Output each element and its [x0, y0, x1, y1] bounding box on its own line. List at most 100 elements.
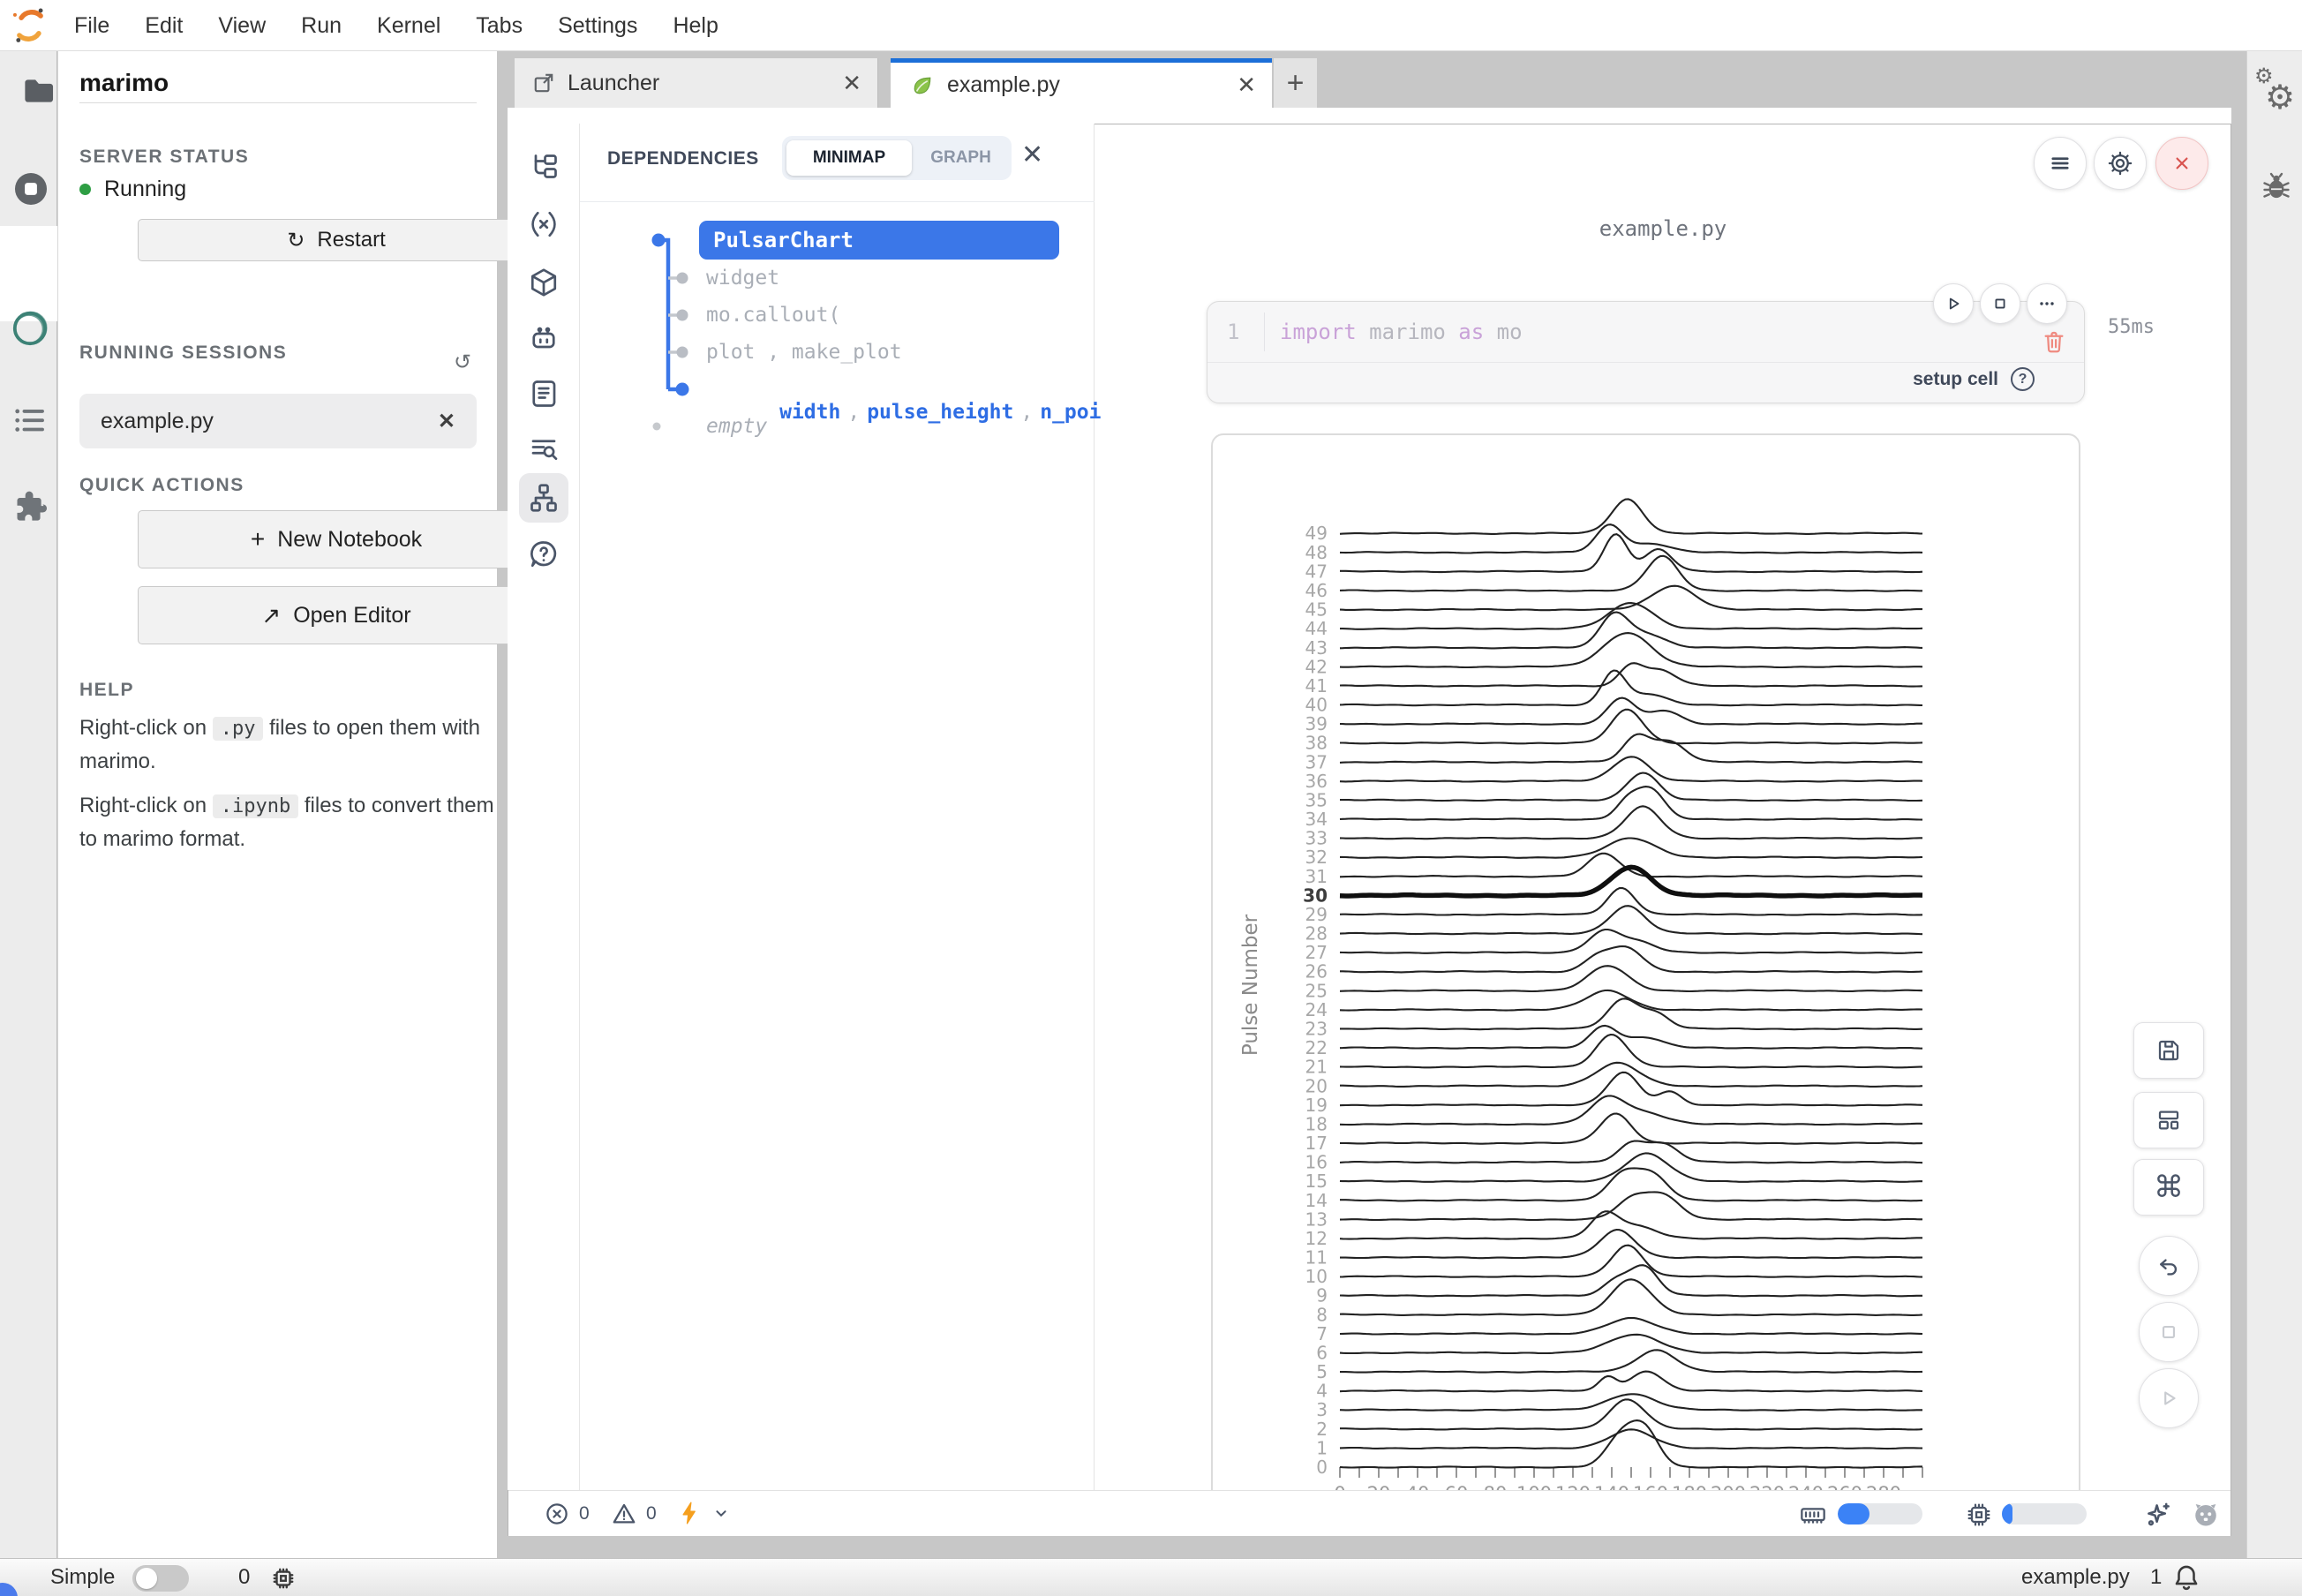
interrupt-button[interactable] [2139, 1302, 2199, 1362]
dependency-row-widget[interactable]: widget [706, 267, 779, 290]
refresh-sessions-icon[interactable]: ↻ [454, 350, 471, 375]
toggle-minimap[interactable]: MINIMAP [786, 140, 912, 176]
debug-bug-icon[interactable] [2261, 171, 2292, 203]
y-tick-label: 17 [1305, 1133, 1328, 1154]
help2-code-chip: .ipynb [213, 794, 298, 818]
help1-pre: Right-click on [79, 716, 207, 740]
layout-button[interactable] [2133, 1092, 2204, 1148]
simple-mode-toggle[interactable] [132, 1565, 189, 1592]
toggle-graph[interactable]: GRAPH [914, 136, 1007, 180]
file-browser-icon[interactable] [23, 76, 56, 106]
tab-launcher-close-icon[interactable]: ✕ [842, 70, 861, 97]
open-editor-button[interactable]: ↗Open Editor [138, 586, 535, 644]
y-tick-label: 22 [1305, 1037, 1328, 1058]
logs-scroll-icon[interactable] [528, 378, 560, 410]
y-tick-label: 25 [1305, 980, 1328, 1001]
menu-item-settings[interactable]: Settings [558, 13, 637, 39]
pulse-profile-37 [1340, 734, 1922, 763]
run-mode-dropdown[interactable] [676, 1500, 731, 1526]
menu-item-run[interactable]: Run [301, 13, 342, 39]
copilot-icon[interactable] [2191, 1500, 2221, 1530]
file-tree-icon[interactable] [528, 152, 560, 184]
outline-search-icon[interactable] [528, 433, 560, 464]
extension-puzzle-icon[interactable] [11, 488, 49, 527]
notebook-shutdown-button[interactable] [2155, 137, 2208, 190]
session-item-example-py[interactable]: example.py ✕ [79, 394, 477, 448]
run-all-button[interactable] [2139, 1368, 2199, 1428]
help-paragraph-1: Right-click on .py files to open them wi… [79, 711, 485, 778]
session-close-icon[interactable]: ✕ [438, 409, 455, 434]
dependency-row-callout[interactable]: mo.callout( [706, 304, 840, 327]
y-tick-label: 12 [1305, 1228, 1328, 1249]
pulsar-ridgeline-chart: Pulse Number0204060801001201401601802002… [1213, 435, 2080, 1521]
save-button[interactable] [2133, 1022, 2204, 1079]
dependency-graph-icon[interactable] [528, 482, 560, 514]
menu-item-tabs[interactable]: Tabs [476, 13, 523, 39]
pulse-profile-4 [1340, 1372, 1922, 1392]
errors-indicator[interactable]: 0 [544, 1501, 590, 1527]
variables-icon[interactable] [528, 208, 560, 240]
warnings-indicator[interactable]: 0 [611, 1501, 657, 1527]
pulse-profile-33 [1340, 806, 1922, 839]
y-tick-label: 48 [1305, 542, 1328, 563]
play-icon [2157, 1387, 2180, 1410]
tab-launcher[interactable]: Launcher ✕ [515, 58, 878, 108]
y-tick-label: 14 [1305, 1190, 1328, 1211]
pulse-profile-36 [1340, 757, 1922, 781]
y-tick-label: 26 [1305, 961, 1328, 982]
cell-more-button[interactable] [2027, 283, 2067, 324]
packages-cube-icon[interactable] [528, 267, 560, 298]
settings-gear-large-icon[interactable]: ⚙ [2265, 78, 2295, 117]
tab-example-py[interactable]: example.py ✕ [891, 58, 1272, 108]
menu-item-view[interactable]: View [218, 13, 266, 39]
plus-icon: + [1287, 66, 1305, 101]
run-cell-button[interactable] [1933, 283, 1974, 324]
stop-sessions-icon[interactable] [11, 169, 51, 209]
notebook-settings-button[interactable] [2094, 137, 2147, 190]
dependencies-title: DEPENDENCIES [607, 148, 759, 169]
divider [79, 102, 477, 103]
app-status-bar: Simple 0 example.py 1 [0, 1558, 2302, 1596]
menu-item-file[interactable]: File [74, 13, 109, 39]
y-tick-label: 38 [1305, 733, 1328, 754]
undo-button[interactable] [2139, 1236, 2199, 1296]
arrow-up-right-icon: ↗ [261, 602, 281, 629]
dependency-row-plot[interactable]: plot , make_plot [706, 341, 902, 364]
keyboard-shortcuts-button[interactable]: ⌘ [2133, 1159, 2204, 1216]
marimo-session-icon[interactable] [9, 307, 51, 350]
help-bubble-icon[interactable] [528, 538, 560, 570]
stop-cell-button[interactable] [1980, 283, 2020, 324]
y-tick-label: 8 [1316, 1304, 1328, 1325]
dependency-root-pulsarchart[interactable]: PulsarChart [699, 221, 1059, 260]
y-tick-label: 6 [1316, 1342, 1328, 1363]
ai-sparkle-icon[interactable] [2143, 1500, 2173, 1530]
cell-runtime: 55ms [2108, 316, 2155, 338]
ai-robot-icon[interactable] [528, 323, 560, 355]
stop-square-icon [2157, 1321, 2180, 1344]
bell-icon[interactable] [2171, 1562, 2201, 1592]
chip-icon[interactable] [270, 1565, 297, 1592]
help-heading: HELP [79, 680, 134, 701]
cell-code[interactable]: import marimo as mo [1280, 320, 1523, 344]
tab-example-py-close-icon[interactable]: ✕ [1237, 72, 1256, 99]
menu-item-edit[interactable]: Edit [145, 13, 183, 39]
y-tick-label: 37 [1305, 751, 1328, 772]
menu-item-help[interactable]: Help [673, 13, 718, 39]
pulse-profile-46 [1340, 556, 1922, 591]
y-tick-label: 1 [1316, 1437, 1328, 1458]
y-tick-label: 21 [1305, 1057, 1328, 1078]
setup-help-button[interactable]: ? [2011, 367, 2035, 391]
table-of-contents-icon[interactable] [11, 404, 47, 438]
delete-cell-trash-icon[interactable] [2041, 328, 2067, 355]
server-status-heading: SERVER STATUS [79, 147, 249, 168]
setup-cell-row: setup cell ? [1913, 367, 2035, 391]
new-tab-button[interactable]: + [1274, 58, 1317, 108]
notebook-menu-button[interactable] [2034, 137, 2087, 190]
pulse-profile-18 [1340, 1095, 1922, 1125]
dependencies-close-icon[interactable]: ✕ [1021, 139, 1043, 170]
pulse-profile-48 [1340, 524, 1922, 553]
dependency-row-empty[interactable]: empty [706, 415, 767, 438]
new-notebook-button[interactable]: +New Notebook [138, 510, 535, 568]
restart-button[interactable]: ↻Restart [138, 219, 535, 261]
menu-item-kernel[interactable]: Kernel [377, 13, 440, 39]
